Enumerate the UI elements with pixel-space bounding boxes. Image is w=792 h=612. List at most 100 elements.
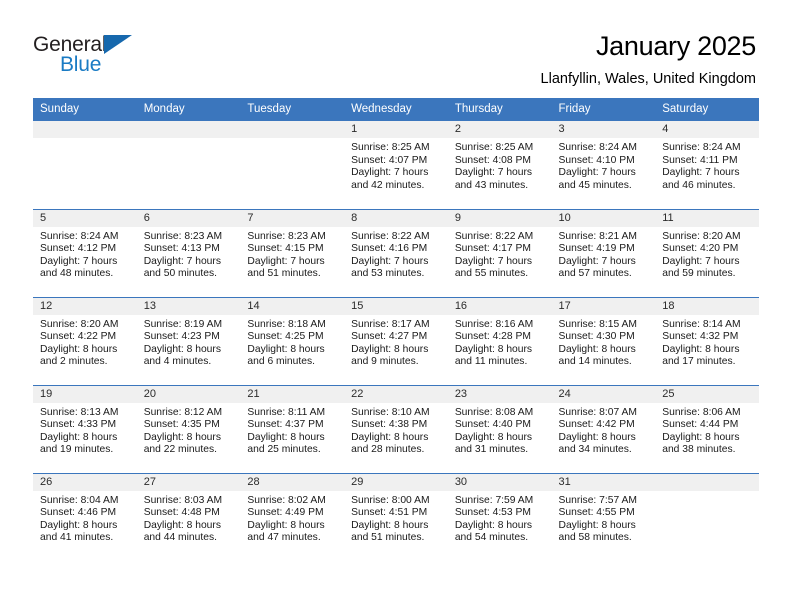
weekday-header-monday: Monday: [136, 98, 241, 121]
calendar-day-cell[interactable]: 29 Sunrise: 8:00 AM Sunset: 4:51 PM Dayligh…: [344, 472, 448, 561]
calendar-day-cell[interactable]: 12 Sunrise: 8:20 AM Sunset: 4:22 PM Dayligh…: [33, 296, 137, 385]
calendar-day-cell[interactable]: 27 Sunrise: 8:03 AM Sunset: 4:48 PM Dayligh…: [136, 472, 241, 561]
calendar-cell-empty: [33, 121, 137, 209]
daylight-duration-line2: and 9 minutes.: [351, 356, 419, 368]
daylight-duration-line1: Daylight: 8 hours: [143, 519, 221, 531]
day-details: Sunrise: 8:07 AM Sunset: 4:42 PM Daylight:…: [552, 403, 656, 457]
daylight-duration-line2: and 54 minutes.: [454, 532, 529, 544]
daylight-duration-line1: Daylight: 7 hours: [454, 167, 533, 179]
sunset-time: Sunset: 4:08 PM: [454, 154, 531, 166]
weekday-header-sunday: Sunday: [33, 98, 137, 121]
calendar-day-cell[interactable]: 4 Sunrise: 8:24 AM Sunset: 4:11 PM Daylight…: [655, 121, 759, 209]
sunset-time: Sunset: 4:22 PM: [40, 331, 117, 343]
calendar-day-cell[interactable]: 14 Sunrise: 8:18 AM Sunset: 4:25 PM Dayligh…: [240, 296, 345, 385]
calendar-week-row: 19 Sunrise: 8:13 AM Sunset: 4:33 PM Dayligh…: [33, 384, 759, 473]
day-number: 20: [136, 385, 241, 403]
daylight-duration-line1: Daylight: 8 hours: [662, 343, 740, 355]
daylight-duration-line1: Daylight: 8 hours: [351, 431, 429, 443]
calendar-day-cell[interactable]: 24 Sunrise: 8:07 AM Sunset: 4:42 PM Dayligh…: [551, 384, 656, 473]
calendar-day-cell[interactable]: 16 Sunrise: 8:16 AM Sunset: 4:28 PM Dayligh…: [447, 296, 552, 385]
daylight-duration-line1: Daylight: 8 hours: [247, 431, 325, 443]
sunrise-time: Sunrise: 8:19 AM: [143, 318, 223, 330]
weekday-header-tuesday: Tuesday: [240, 98, 345, 121]
calendar-day-cell[interactable]: 3 Sunrise: 8:24 AM Sunset: 4:10 PM Daylight…: [551, 121, 656, 209]
calendar-day-cell[interactable]: 7 Sunrise: 8:23 AM Sunset: 4:15 PM Daylight…: [240, 208, 345, 297]
day-details: Sunrise: 8:25 AM Sunset: 4:08 PM Daylight:…: [448, 138, 552, 192]
daylight-duration-line2: and 31 minutes.: [454, 444, 529, 456]
daylight-duration-line2: and 19 minutes.: [40, 444, 114, 456]
calendar-day-cell[interactable]: 1 Sunrise: 8:25 AM Sunset: 4:07 PM Daylight…: [344, 121, 448, 209]
generalblue-logo[interactable]: General Blue: [33, 28, 151, 76]
sunset-time: Sunset: 4:32 PM: [662, 331, 739, 343]
day-details: Sunrise: 8:20 AM Sunset: 4:22 PM Daylight:…: [33, 315, 137, 369]
sunrise-time: Sunrise: 8:22 AM: [351, 230, 430, 242]
sunrise-time: Sunrise: 8:22 AM: [454, 230, 534, 242]
sunset-time: Sunset: 4:12 PM: [40, 243, 117, 255]
sunset-time: Sunset: 4:17 PM: [454, 243, 531, 255]
day-details: Sunrise: 8:24 AM Sunset: 4:12 PM Daylight:…: [33, 227, 137, 281]
calendar-day-cell[interactable]: 9 Sunrise: 8:22 AM Sunset: 4:17 PM Daylight…: [447, 208, 552, 297]
day-number: [136, 121, 241, 138]
weekday-header-thursday: Thursday: [447, 98, 552, 121]
sunrise-time: Sunrise: 8:10 AM: [351, 406, 430, 418]
calendar-day-cell[interactable]: 11 Sunrise: 8:20 AM Sunset: 4:20 PM Dayligh…: [655, 208, 759, 297]
calendar-day-cell[interactable]: 6 Sunrise: 8:23 AM Sunset: 4:13 PM Daylight…: [136, 208, 241, 297]
calendar-day-cell[interactable]: 10 Sunrise: 8:21 AM Sunset: 4:19 PM Dayligh…: [551, 208, 656, 297]
daylight-duration-line1: Daylight: 8 hours: [558, 431, 636, 443]
page-title: January 2025: [595, 31, 756, 61]
calendar-day-cell[interactable]: 28 Sunrise: 8:02 AM Sunset: 4:49 PM Dayligh…: [240, 472, 345, 561]
sunrise-time: Sunrise: 8:20 AM: [40, 318, 119, 330]
daylight-duration-line1: Daylight: 8 hours: [454, 431, 533, 443]
daylight-duration-line2: and 51 minutes.: [247, 268, 321, 280]
day-details: [33, 138, 137, 142]
day-details: Sunrise: 8:22 AM Sunset: 4:17 PM Daylight:…: [448, 227, 552, 281]
sunset-time: Sunset: 4:53 PM: [454, 507, 531, 519]
calendar-day-cell[interactable]: 8 Sunrise: 8:22 AM Sunset: 4:16 PM Daylight…: [344, 208, 448, 297]
sunrise-sunset-calendar: Sunday Monday Tuesday Wednesday Thursday…: [33, 98, 759, 561]
sunrise-time: Sunrise: 8:25 AM: [351, 142, 430, 153]
calendar-day-cell[interactable]: 13 Sunrise: 8:19 AM Sunset: 4:23 PM Dayligh…: [136, 296, 241, 385]
daylight-duration-line1: Daylight: 8 hours: [143, 343, 221, 355]
sunrise-time: Sunrise: 7:59 AM: [454, 494, 534, 506]
weekday-header-row: Sunday Monday Tuesday Wednesday Thursday…: [33, 98, 759, 121]
day-number: 25: [655, 385, 759, 403]
daylight-duration-line2: and 34 minutes.: [558, 444, 632, 456]
day-number: 8: [344, 209, 448, 227]
calendar-day-cell[interactable]: 23 Sunrise: 8:08 AM Sunset: 4:40 PM Dayligh…: [447, 384, 552, 473]
logo-text-blue: Blue: [60, 53, 102, 76]
calendar-cell-empty: [655, 472, 759, 561]
calendar-day-cell[interactable]: 2 Sunrise: 8:25 AM Sunset: 4:08 PM Daylight…: [447, 121, 552, 209]
calendar-day-cell[interactable]: 20 Sunrise: 8:12 AM Sunset: 4:35 PM Dayligh…: [136, 384, 241, 473]
calendar-cell-empty: [240, 121, 345, 209]
sunset-time: Sunset: 4:38 PM: [351, 419, 428, 431]
calendar-day-cell[interactable]: 30 Sunrise: 7:59 AM Sunset: 4:53 PM Dayligh…: [447, 472, 552, 561]
sunset-time: Sunset: 4:44 PM: [662, 419, 739, 431]
day-number: [655, 473, 759, 491]
calendar-day-cell[interactable]: 18 Sunrise: 8:14 AM Sunset: 4:32 PM Dayligh…: [655, 296, 759, 385]
calendar-day-cell[interactable]: 21 Sunrise: 8:11 AM Sunset: 4:37 PM Dayligh…: [240, 384, 345, 473]
day-number: 31: [551, 473, 656, 491]
sunset-time: Sunset: 4:25 PM: [247, 331, 324, 343]
calendar-day-cell[interactable]: 5 Sunrise: 8:24 AM Sunset: 4:12 PM Daylight…: [33, 208, 137, 297]
calendar-day-cell[interactable]: 25 Sunrise: 8:06 AM Sunset: 4:44 PM Dayligh…: [655, 384, 759, 473]
day-number: 18: [655, 297, 759, 315]
daylight-duration-line2: and 4 minutes.: [143, 356, 212, 368]
daylight-duration-line2: and 17 minutes.: [662, 356, 736, 368]
calendar-day-cell[interactable]: 26 Sunrise: 8:04 AM Sunset: 4:46 PM Dayligh…: [33, 472, 137, 561]
calendar-day-cell[interactable]: 31 Sunrise: 7:57 AM Sunset: 4:55 PM Dayligh…: [551, 472, 656, 561]
day-details: Sunrise: 8:24 AM Sunset: 4:11 PM Daylight:…: [655, 138, 759, 192]
day-number: 11: [655, 209, 759, 227]
day-number: 24: [551, 385, 656, 403]
day-details: Sunrise: 8:12 AM Sunset: 4:35 PM Daylight:…: [137, 403, 241, 457]
day-number: 3: [551, 121, 656, 138]
page-header: General Blue January 2025 Llanfyllin, Wa…: [0, 0, 792, 98]
calendar-day-cell[interactable]: 22 Sunrise: 8:10 AM Sunset: 4:38 PM Dayligh…: [344, 384, 448, 473]
daylight-duration-line1: Daylight: 7 hours: [454, 255, 533, 267]
sunset-time: Sunset: 4:23 PM: [143, 331, 220, 343]
calendar-day-cell[interactable]: 15 Sunrise: 8:17 AM Sunset: 4:27 PM Dayligh…: [344, 296, 448, 385]
day-details: Sunrise: 8:02 AM Sunset: 4:49 PM Daylight:…: [240, 491, 344, 545]
calendar-day-cell[interactable]: 19 Sunrise: 8:13 AM Sunset: 4:33 PM Dayligh…: [33, 384, 137, 473]
calendar-day-cell[interactable]: 17 Sunrise: 8:15 AM Sunset: 4:30 PM Dayligh…: [551, 296, 656, 385]
sunset-time: Sunset: 4:35 PM: [143, 419, 220, 431]
sunrise-time: Sunrise: 8:18 AM: [247, 318, 326, 330]
